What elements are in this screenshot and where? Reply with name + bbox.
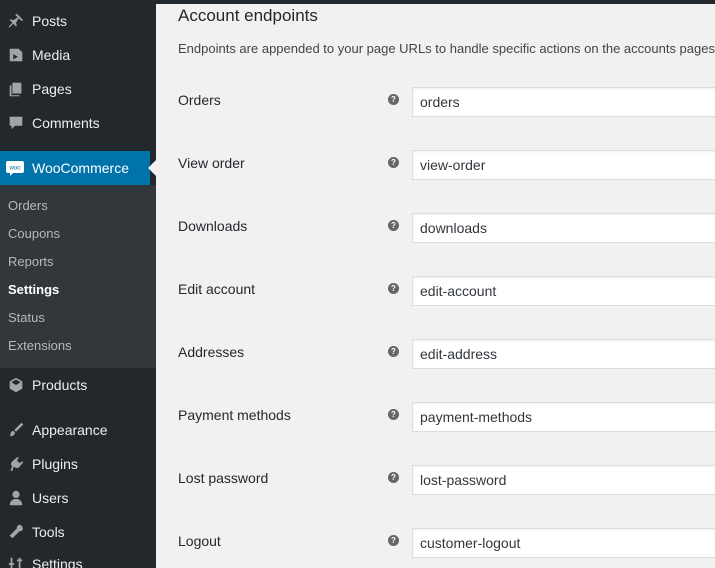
sidebar-item-label: Comments [32, 115, 100, 131]
comments-icon [6, 113, 26, 133]
endpoint-input-payment-methods[interactable] [412, 402, 715, 432]
pin-icon [6, 11, 26, 31]
section-title: Account endpoints [178, 6, 318, 25]
current-menu-arrow [148, 160, 156, 176]
endpoint-label-addresses: Addresses [178, 344, 245, 360]
endpoint-label-payment-methods: Payment methods [178, 407, 291, 423]
endpoint-input-view-order[interactable] [412, 150, 715, 180]
endpoint-input-addresses[interactable] [412, 339, 715, 369]
submenu-item-orders[interactable]: Orders [8, 192, 48, 220]
sidebar-item-label: Pages [32, 81, 72, 97]
help-tip-icon[interactable]: ? [388, 283, 399, 294]
sidebar-item-label: Plugins [32, 456, 78, 472]
endpoint-label-downloads: Downloads [178, 218, 248, 234]
help-tip-icon[interactable]: ? [388, 535, 399, 546]
help-tip-icon[interactable]: ? [388, 157, 399, 168]
sidebar-item-label: Posts [32, 13, 68, 29]
users-icon [6, 488, 26, 508]
endpoint-input-orders[interactable] [412, 87, 715, 117]
submenu-item-coupons[interactable]: Coupons [8, 220, 60, 248]
submenu-item-reports[interactable]: Reports [8, 248, 54, 276]
endpoint-label-view-order: View order [178, 155, 245, 171]
submenu-item-settings[interactable]: Settings [8, 276, 59, 304]
endpoint-label-orders: Orders [178, 92, 221, 108]
sidebar-item-media[interactable]: Media [0, 38, 156, 72]
woocommerce-submenu: Orders Coupons Reports Settings Status E… [0, 185, 156, 368]
tools-icon [6, 522, 26, 542]
help-tip-icon[interactable]: ? [388, 346, 399, 357]
sidebar-item-label: WooCommerce [32, 160, 129, 176]
submenu-item-extensions[interactable]: Extensions [8, 332, 72, 360]
products-icon [6, 375, 26, 395]
svg-text:woo: woo [8, 166, 21, 172]
help-tip-icon[interactable]: ? [388, 409, 399, 420]
woocommerce-icon: woo [5, 158, 25, 178]
pages-icon [6, 79, 26, 99]
help-tip-icon[interactable]: ? [388, 220, 399, 231]
sidebar-item-label: Users [32, 490, 69, 506]
sidebar-item-pages[interactable]: Pages [0, 72, 156, 106]
sidebar-item-tools[interactable]: Tools [0, 515, 156, 549]
sidebar-item-label: Settings [32, 556, 83, 568]
admin-sidebar: Posts Media Pages Comments woo WooCommer… [0, 0, 156, 568]
submenu-item-status[interactable]: Status [8, 304, 45, 332]
settings-icon [6, 554, 26, 568]
sidebar-item-products[interactable]: Products [0, 368, 156, 402]
media-icon [6, 45, 26, 65]
endpoint-label-logout: Logout [178, 533, 221, 549]
endpoint-input-lost-password[interactable] [412, 465, 715, 495]
endpoint-label-edit-account: Edit account [178, 281, 256, 297]
endpoint-input-downloads[interactable] [412, 213, 715, 243]
plugins-icon [6, 454, 26, 474]
settings-content: Account endpoints Endpoints are appended… [156, 4, 715, 568]
sidebar-item-label: Tools [32, 524, 65, 540]
sidebar-item-appearance[interactable]: Appearance [0, 413, 156, 447]
sidebar-item-label: Products [32, 377, 88, 393]
sidebar-item-users[interactable]: Users [0, 481, 156, 515]
help-tip-icon[interactable]: ? [388, 94, 399, 105]
sidebar-item-posts[interactable]: Posts [0, 4, 156, 38]
appearance-icon [6, 420, 26, 440]
help-tip-icon[interactable]: ? [388, 472, 399, 483]
sidebar-item-woocommerce[interactable]: woo WooCommerce [0, 151, 150, 185]
endpoint-input-logout[interactable] [412, 528, 715, 558]
sidebar-item-settings[interactable]: Settings [0, 547, 156, 568]
sidebar-item-plugins[interactable]: Plugins [0, 447, 156, 481]
endpoint-label-lost-password: Lost password [178, 470, 269, 486]
sidebar-item-label: Appearance [32, 422, 108, 438]
section-description: Endpoints are appended to your page URLs… [178, 41, 715, 56]
sidebar-item-comments[interactable]: Comments [0, 106, 156, 140]
sidebar-item-label: Media [32, 47, 71, 63]
endpoint-input-edit-account[interactable] [412, 276, 715, 306]
